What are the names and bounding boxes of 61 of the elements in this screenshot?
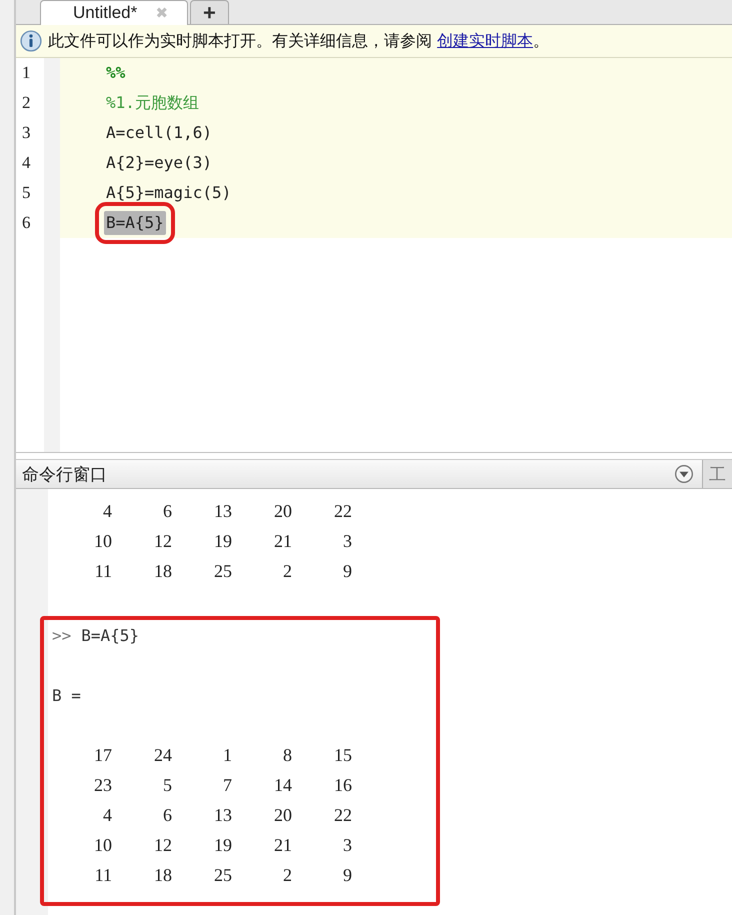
- matrix-value: 3: [342, 834, 352, 856]
- matrix-value: 19: [213, 530, 232, 552]
- add-tab-button[interactable]: +: [190, 0, 229, 24]
- matrix-value: 25: [213, 864, 232, 886]
- line-number: 1: [21, 62, 32, 84]
- file-tab[interactable]: Untitled* ✖: [40, 0, 188, 25]
- create-live-script-link[interactable]: 创建实时脚本: [437, 30, 534, 50]
- matrix-value: 4: [102, 804, 112, 826]
- matrix-value: 22: [333, 804, 352, 826]
- matrix-value: 25: [213, 560, 232, 582]
- matrix-value: 12: [153, 530, 172, 552]
- matrix-value: 21: [273, 834, 292, 856]
- matrix-value: 2: [282, 864, 292, 886]
- info-message: 此文件可以作为实时脚本打开。有关详细信息，请参阅 创建实时脚本。: [48, 30, 550, 52]
- line-number: 2: [21, 92, 32, 114]
- matrix-value: 10: [93, 530, 112, 552]
- matrix-value: 6: [162, 500, 172, 522]
- matrix-value: 5: [162, 774, 172, 796]
- line-number: 4: [21, 152, 32, 174]
- matrix-value: 23: [93, 774, 112, 796]
- matrix-value: 10: [93, 834, 112, 856]
- matrix-value: 14: [273, 774, 292, 796]
- line-number: 3: [21, 122, 32, 144]
- matrix-value: 11: [94, 560, 112, 582]
- code-line: %%: [105, 62, 126, 84]
- result-label: B =: [52, 686, 81, 704]
- code-line: A=cell(1,6): [105, 122, 213, 144]
- line-number: 5: [21, 182, 32, 204]
- panel-title: 命令行窗口: [22, 464, 108, 486]
- line-number: 6: [21, 212, 32, 234]
- matrix-value: 24: [153, 744, 172, 766]
- matrix-value: 2: [282, 560, 292, 582]
- matrix-value: 12: [153, 834, 172, 856]
- matrix-value: 15: [333, 744, 352, 766]
- matrix-value: 21: [273, 530, 292, 552]
- matrix-value: 20: [273, 500, 292, 522]
- matrix-value: 17: [93, 744, 112, 766]
- matrix-value: 8: [282, 744, 292, 766]
- matrix-value: 18: [153, 560, 172, 582]
- command-text: B=A{5}: [81, 626, 140, 644]
- matrix-value: 19: [213, 834, 232, 856]
- matrix-value: 7: [222, 774, 232, 796]
- code-line: A{2}=eye(3): [105, 152, 213, 174]
- matrix-value: 9: [342, 864, 352, 886]
- matrix-value: 13: [213, 804, 232, 826]
- matrix-value: 13: [213, 500, 232, 522]
- dropdown-icon[interactable]: [674, 464, 694, 484]
- code-line: %1.元胞数组: [105, 92, 200, 114]
- matrix-value: 4: [102, 500, 112, 522]
- matrix-value: 6: [162, 804, 172, 826]
- matrix-value: 20: [273, 804, 292, 826]
- info-icon: [20, 30, 42, 52]
- matrix-value: 3: [342, 530, 352, 552]
- code-line: A{5}=magic(5): [105, 182, 232, 204]
- command-prompt: >>: [52, 626, 72, 644]
- matrix-value: 16: [333, 774, 352, 796]
- matrix-value: 18: [153, 864, 172, 886]
- matrix-value: 9: [342, 560, 352, 582]
- matrix-value: 1: [222, 744, 232, 766]
- matrix-value: 11: [94, 864, 112, 886]
- matrix-value: 22: [333, 500, 352, 522]
